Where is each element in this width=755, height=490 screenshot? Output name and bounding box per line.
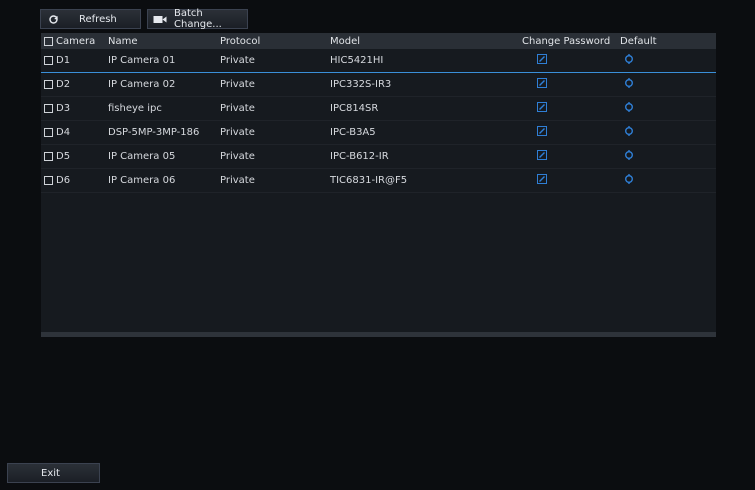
edit-icon[interactable] [537, 102, 547, 115]
row-checkbox[interactable] [44, 152, 53, 161]
camera-protocol: Private [220, 151, 255, 162]
row-checkbox[interactable] [44, 80, 53, 89]
camera-id: D6 [56, 175, 71, 186]
camera-model: IPC-B612-IR [330, 151, 389, 162]
table-row[interactable]: D1 IP Camera 01 Private HIC5421HI [41, 49, 716, 73]
camera-id: D2 [56, 79, 71, 90]
header-model: Model [330, 35, 361, 47]
camera-name: fisheye ipc [108, 103, 162, 114]
refresh-label: Refresh [79, 13, 117, 25]
camera-id: D5 [56, 151, 71, 162]
header-protocol: Protocol [220, 35, 261, 47]
header-default: Default [620, 35, 657, 47]
table-row[interactable]: D2 IP Camera 02 Private IPC332S-IR3 [41, 73, 716, 97]
camera-protocol: Private [220, 103, 255, 114]
default-reset-icon[interactable] [624, 174, 634, 187]
refresh-button[interactable]: Refresh [40, 9, 141, 29]
camera-id: D3 [56, 103, 71, 114]
camera-name: DSP-5MP-3MP-186 [108, 127, 200, 138]
camera-protocol: Private [220, 175, 255, 186]
default-reset-icon[interactable] [624, 102, 634, 115]
header-change-password: Change Password [522, 35, 611, 47]
default-reset-icon[interactable] [624, 78, 634, 91]
camera-name: IP Camera 05 [108, 151, 176, 162]
exit-label: Exit [41, 467, 60, 479]
row-checkbox[interactable] [44, 128, 53, 137]
camera-name: IP Camera 06 [108, 175, 176, 186]
header-name: Name [108, 35, 138, 47]
table-row[interactable]: D5 IP Camera 05 Private IPC-B612-IR [41, 145, 716, 169]
header-camera: Camera [41, 36, 102, 47]
camera-model: HIC5421HI [330, 55, 384, 66]
camera-id: D1 [56, 55, 71, 66]
table-row[interactable]: D3 fisheye ipc Private IPC814SR [41, 97, 716, 121]
edit-icon[interactable] [537, 150, 547, 163]
table-row[interactable]: D4 DSP-5MP-3MP-186 Private IPC-B3A5 [41, 121, 716, 145]
default-reset-icon[interactable] [624, 126, 634, 139]
refresh-icon [41, 14, 65, 25]
edit-icon[interactable] [537, 78, 547, 91]
row-checkbox[interactable] [44, 56, 53, 65]
select-all-checkbox[interactable] [44, 36, 53, 46]
table-header: Camera Name Protocol Model Change Passwo… [41, 33, 716, 49]
camera-protocol: Private [220, 127, 255, 138]
batch-change-label: Batch Change... [174, 8, 222, 30]
camera-protocol: Private [220, 55, 255, 66]
camera-model: IPC332S-IR3 [330, 79, 392, 90]
camera-model: TIC6831-IR@F5 [330, 175, 408, 186]
camera-id: D4 [56, 127, 71, 138]
camera-table: Camera Name Protocol Model Change Passwo… [41, 33, 716, 337]
horizontal-scrollbar[interactable] [41, 332, 716, 337]
header-camera-label: Camera [56, 35, 96, 47]
edit-icon[interactable] [537, 54, 547, 67]
camera-model: IPC-B3A5 [330, 127, 376, 138]
default-reset-icon[interactable] [624, 150, 634, 163]
camera-name: IP Camera 02 [108, 79, 176, 90]
row-checkbox[interactable] [44, 104, 53, 113]
default-reset-icon[interactable] [624, 54, 634, 67]
batch-change-button[interactable]: Batch Change... [147, 8, 248, 30]
camera-model: IPC814SR [330, 103, 379, 114]
camera-protocol: Private [220, 79, 255, 90]
edit-icon[interactable] [537, 174, 547, 187]
camera-icon [148, 15, 172, 24]
row-checkbox[interactable] [44, 176, 53, 185]
edit-icon[interactable] [537, 126, 547, 139]
camera-name: IP Camera 01 [108, 55, 176, 66]
exit-button[interactable]: Exit [7, 463, 100, 483]
toolbar: Refresh Batch Change... [40, 8, 248, 30]
table-row[interactable]: D6 IP Camera 06 Private TIC6831-IR@F5 [41, 169, 716, 193]
